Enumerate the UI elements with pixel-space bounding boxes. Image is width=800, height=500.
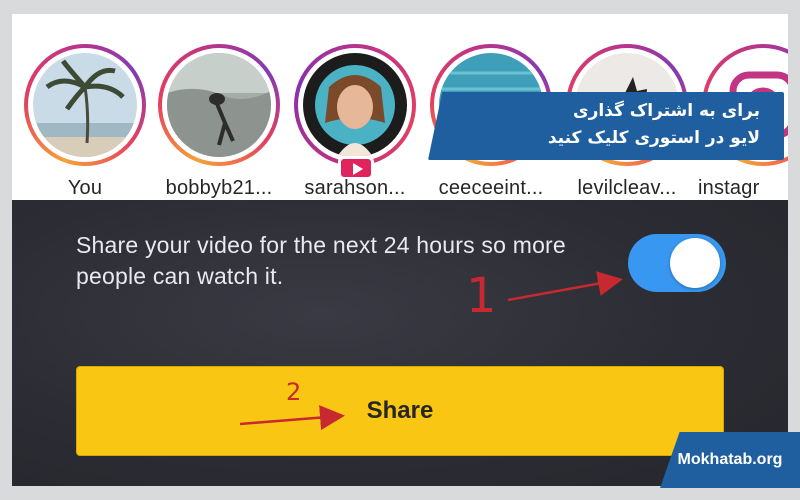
toggle-knob — [670, 238, 720, 288]
persian-callout: برای به اشتراک گذاری لایو در استوری کلیک… — [428, 92, 784, 160]
story-label: levilcleav... — [577, 177, 677, 199]
callout-line-2: لایو در استوری کلیک کنید — [547, 128, 760, 148]
story-label: sarahson... — [304, 177, 406, 199]
palm-tree-photo-icon — [33, 53, 137, 157]
live-share-panel: Share your video for the next 24 hours s… — [12, 200, 788, 486]
story-label: You — [67, 177, 103, 199]
annotation-step-2: 2 — [286, 378, 302, 406]
screenshot-frame: You bobbyb21... sarahson... ceeceeint...… — [12, 14, 788, 486]
callout-line-1: برای به اشتراک گذاری — [572, 101, 760, 121]
share-to-story-toggle[interactable] — [628, 234, 726, 292]
dog-photo-icon — [167, 53, 271, 157]
annotation-step-1: 1 — [466, 268, 497, 324]
story-label: ceeceeint... — [438, 177, 544, 199]
watermark-logo: Mokhatab.org — [660, 432, 800, 488]
story-you[interactable]: You — [24, 44, 146, 199]
story-label: bobbyb21... — [165, 177, 273, 199]
story-sarahson[interactable]: sarahson... — [294, 44, 416, 199]
share-button[interactable]: Share — [76, 366, 724, 456]
share-description: Share your video for the next 24 hours s… — [76, 232, 566, 289]
story-bobbyb[interactable]: bobbyb21... — [158, 44, 280, 199]
person-photo-icon — [303, 53, 407, 157]
story-label: instagr — [698, 177, 760, 199]
